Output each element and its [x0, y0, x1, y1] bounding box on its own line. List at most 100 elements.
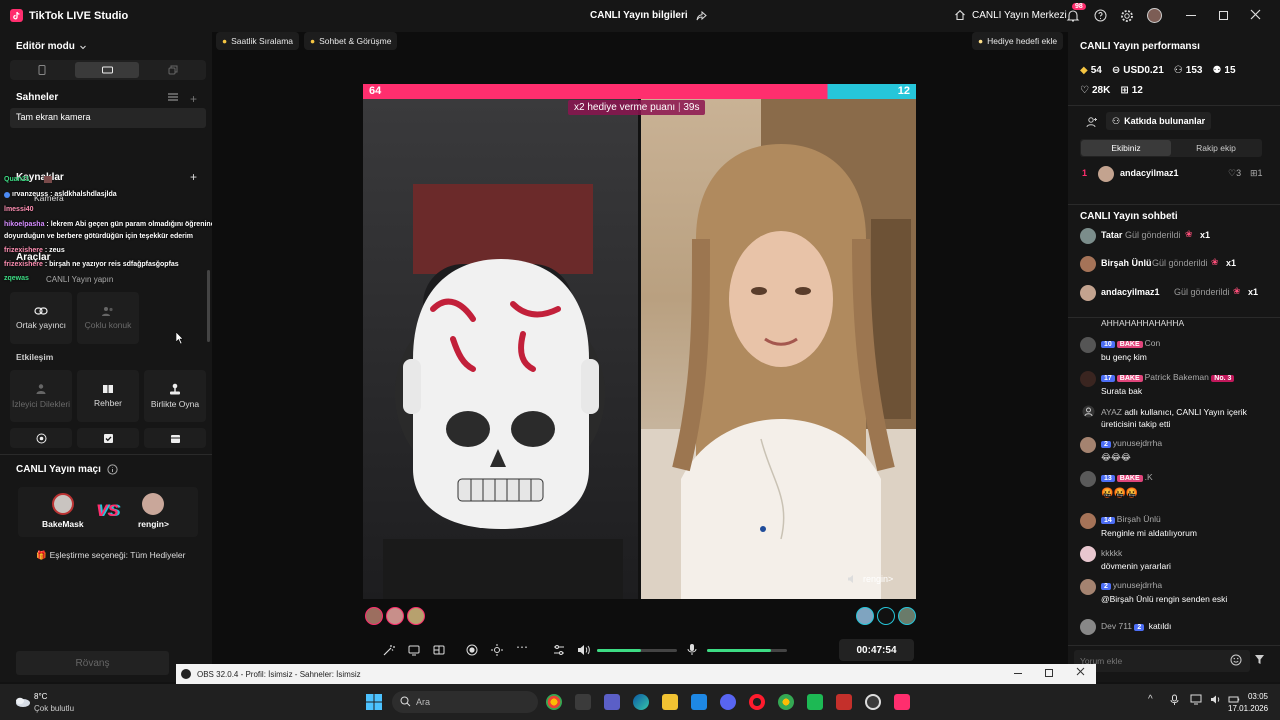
sliders-icon[interactable]	[553, 644, 565, 656]
comment-input[interactable]	[1074, 650, 1224, 672]
minimize-button[interactable]	[1186, 15, 1196, 16]
live-center-link[interactable]: CANLI Yayın Merkezi	[972, 10, 1067, 21]
teams-icon[interactable]	[604, 694, 620, 710]
tray-network-icon[interactable]	[1190, 694, 1202, 705]
notifications-button[interactable]: 98	[1066, 3, 1086, 23]
obs-close-button[interactable]	[1076, 667, 1085, 676]
coin-icon: ⊖	[1111, 65, 1121, 76]
obs-maximize-button[interactable]	[1045, 669, 1053, 677]
clock-date[interactable]: 17.01.2026	[1228, 704, 1268, 713]
tray-volume-icon[interactable]	[1210, 694, 1222, 705]
obs-window-bar[interactable]: OBS 32.0.4 - Profil: İsimsiz - Sahneler:…	[176, 664, 1096, 684]
magic-wand-icon[interactable]	[383, 644, 395, 656]
guide-tool[interactable]: Rehber	[77, 370, 139, 422]
contributors-button[interactable]: ⚇ Katkıda bulunanlar	[1106, 112, 1212, 130]
microphone-icon[interactable]	[687, 643, 697, 656]
more-options-icon[interactable]: ⋯	[516, 640, 528, 654]
settings-gear-icon[interactable]	[1120, 9, 1134, 23]
chat-username[interactable]: yunusejdrrha	[1113, 438, 1162, 448]
emoji-icon[interactable]	[1230, 654, 1242, 666]
box-tool[interactable]	[144, 428, 206, 448]
hourly-ranking-chip[interactable]: ● Saatlik Sıralama	[216, 32, 300, 50]
discord-icon[interactable]	[720, 694, 736, 710]
dual-layout-button[interactable]	[141, 60, 205, 80]
tray-chevron-icon[interactable]: ^	[1148, 694, 1153, 705]
filter-icon[interactable]	[1254, 654, 1265, 665]
right-team-avatar[interactable]	[856, 607, 874, 625]
help-icon[interactable]	[1094, 9, 1107, 22]
scene-list-icon[interactable]	[168, 93, 178, 101]
co-host-tool[interactable]: Ortak yayıncı	[10, 292, 72, 344]
weather-icon[interactable]	[12, 690, 32, 710]
close-button[interactable]	[1250, 9, 1261, 20]
gift-goal-chip[interactable]: ● Hediye hedefi ekle	[972, 32, 1064, 50]
pairing-option[interactable]: 🎁 Eşleştirme seçeneği: Tüm Hediyeler	[36, 550, 186, 561]
record-icon[interactable]	[466, 644, 478, 656]
youtube-icon[interactable]	[836, 694, 852, 710]
chat-username[interactable]: AYAZ	[1101, 407, 1122, 417]
taskbar-search[interactable]: Ara	[392, 691, 538, 713]
player-left-name: BakeMask	[42, 519, 84, 529]
app-icon[interactable]	[807, 694, 823, 710]
target-tool[interactable]	[10, 428, 72, 448]
editor-mode-dropdown[interactable]: Editör modu	[16, 41, 87, 52]
viewer-wishes-tool[interactable]: İzleyici Dilekleri	[10, 370, 72, 422]
chat-username[interactable]: Con	[1145, 338, 1161, 348]
right-team-avatar[interactable]	[898, 607, 916, 625]
store-icon[interactable]	[575, 694, 591, 710]
chat-username[interactable]: yunusejdrrha	[1113, 580, 1162, 590]
layout-icon[interactable]	[433, 644, 445, 656]
edge-icon[interactable]	[633, 694, 649, 710]
chat-username[interactable]: Birşah Ünlü	[1117, 514, 1161, 524]
left-team-avatar[interactable]	[407, 607, 425, 625]
comment-input-wrap	[1074, 650, 1250, 672]
mic-slider-fill	[707, 649, 771, 652]
chrome-alt-icon[interactable]	[778, 694, 794, 710]
chrome-icon[interactable]	[546, 694, 562, 710]
left-panel-scrollbar[interactable]	[207, 270, 210, 342]
right-streamer-name[interactable]: rengin>	[863, 574, 893, 584]
opera-icon[interactable]	[749, 694, 765, 710]
maximize-button[interactable]	[1219, 11, 1228, 20]
multi-guest-tool[interactable]: Çoklu konuk	[77, 292, 139, 344]
chat-username[interactable]: kkkkk	[1101, 548, 1122, 558]
left-team-avatar[interactable]	[386, 607, 404, 625]
left-team-avatar[interactable]	[365, 607, 383, 625]
play-together-tool[interactable]: Birlikte Oyna	[144, 370, 206, 422]
mic-slider[interactable]	[707, 649, 787, 652]
chat-username[interactable]: .K	[1145, 472, 1153, 482]
chat-username[interactable]: Dev 711	[1101, 621, 1132, 631]
clock-time[interactable]: 03:05	[1228, 692, 1268, 701]
file-explorer-icon[interactable]	[662, 694, 678, 710]
info-icon[interactable]	[107, 464, 118, 475]
add-scene-icon[interactable]: +	[190, 92, 197, 106]
obs-icon[interactable]	[865, 694, 881, 710]
tiktok-studio-icon[interactable]	[894, 694, 910, 710]
tab-our-team[interactable]: Ekibiniz	[1081, 140, 1171, 156]
landscape-layout-button[interactable]	[75, 62, 139, 78]
chat-username[interactable]: Patrick Bakeman	[1145, 372, 1209, 382]
screen-share-icon[interactable]	[408, 644, 420, 656]
camera-effects-icon[interactable]	[491, 644, 503, 656]
windows-start-icon[interactable]	[366, 694, 382, 710]
live-info-button[interactable]: CANLI Yayın bilgileri	[590, 10, 707, 21]
obs-minimize-button[interactable]	[1014, 673, 1022, 674]
volume-slider[interactable]	[597, 649, 677, 652]
masked-streamer-illustration	[383, 184, 623, 599]
tab-rival-team[interactable]: Rakip ekip	[1171, 140, 1261, 156]
portrait-layout-button[interactable]	[10, 60, 74, 80]
tray-mic-icon[interactable]	[1170, 694, 1179, 706]
add-user-icon[interactable]	[1086, 116, 1098, 128]
chat-call-chip[interactable]: ● Sohbet & Görüşme	[304, 32, 398, 50]
scene-item-fullscreen-camera[interactable]: Tam ekran kamera	[10, 108, 206, 128]
volume-icon[interactable]	[577, 644, 590, 656]
rematch-button[interactable]: Rövanş	[16, 651, 169, 675]
poll-tool[interactable]	[77, 428, 139, 448]
add-source-icon[interactable]: +	[190, 170, 197, 184]
overlay-chat-user: hikoelpasha	[4, 221, 45, 228]
profile-avatar[interactable]	[1147, 8, 1162, 23]
mail-icon[interactable]	[691, 694, 707, 710]
contributor-row[interactable]: 1 andacyilmaz1 ♡3 ⊞1	[1082, 166, 1268, 182]
right-team-avatar[interactable]	[877, 607, 895, 625]
chat-avatar	[1080, 471, 1096, 487]
